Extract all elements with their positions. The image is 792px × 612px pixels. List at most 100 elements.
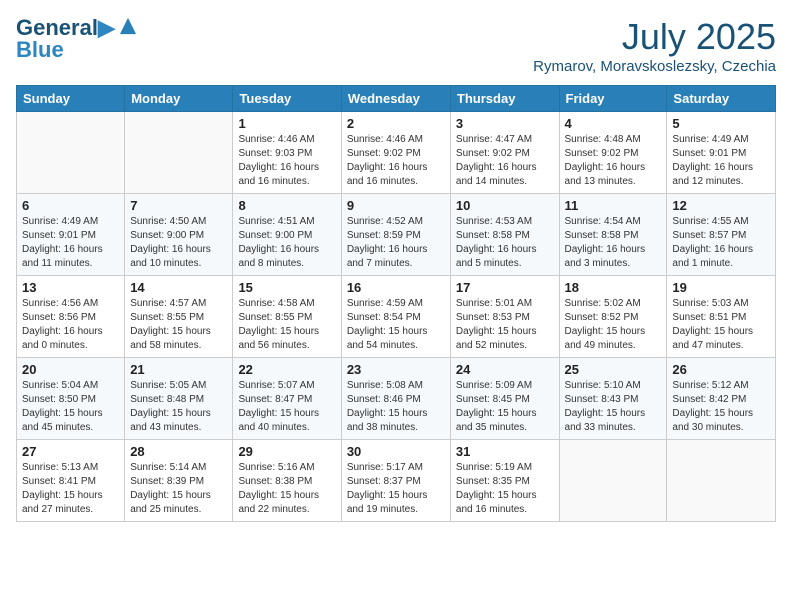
cell-content: Sunrise: 4:58 AM Sunset: 8:55 PM Dayligh…	[238, 297, 335, 353]
day-number: 19	[672, 280, 770, 295]
cell-content: Sunrise: 4:49 AM Sunset: 9:01 PM Dayligh…	[672, 133, 770, 189]
cell-content: Sunrise: 4:53 AM Sunset: 8:58 PM Dayligh…	[456, 215, 554, 271]
cell-content: Sunrise: 5:09 AM Sunset: 8:45 PM Dayligh…	[456, 379, 554, 435]
cell-content: Sunrise: 4:46 AM Sunset: 9:02 PM Dayligh…	[347, 133, 445, 189]
weekday-thursday: Thursday	[450, 86, 559, 112]
cell-content: Sunrise: 5:16 AM Sunset: 8:38 PM Dayligh…	[238, 461, 335, 517]
calendar-cell: 6 Sunrise: 4:49 AM Sunset: 9:01 PM Daylig…	[17, 194, 125, 276]
day-number: 13	[22, 280, 119, 295]
calendar-cell: 22 Sunrise: 5:07 AM Sunset: 8:47 PM Dayli…	[233, 358, 341, 440]
calendar-cell: 4 Sunrise: 4:48 AM Sunset: 9:02 PM Daylig…	[559, 112, 667, 194]
day-number: 11	[565, 198, 662, 213]
calendar-cell: 17 Sunrise: 5:01 AM Sunset: 8:53 PM Dayli…	[450, 276, 559, 358]
calendar-cell	[17, 112, 125, 194]
cell-content: Sunrise: 4:51 AM Sunset: 9:00 PM Dayligh…	[238, 215, 335, 271]
weekday-header-row: SundayMondayTuesdayWednesdayThursdayFrid…	[17, 86, 776, 112]
cell-content: Sunrise: 4:57 AM Sunset: 8:55 PM Dayligh…	[130, 297, 227, 353]
calendar-cell: 21 Sunrise: 5:05 AM Sunset: 8:48 PM Dayli…	[125, 358, 233, 440]
cell-content: Sunrise: 4:55 AM Sunset: 8:57 PM Dayligh…	[672, 215, 770, 271]
location-title: Rymarov, Moravskoslezsky, Czechia	[533, 58, 776, 75]
day-number: 8	[238, 198, 335, 213]
cell-content: Sunrise: 4:46 AM Sunset: 9:03 PM Dayligh…	[238, 133, 335, 189]
calendar-cell: 3 Sunrise: 4:47 AM Sunset: 9:02 PM Daylig…	[450, 112, 559, 194]
day-number: 7	[130, 198, 227, 213]
cell-content: Sunrise: 4:52 AM Sunset: 8:59 PM Dayligh…	[347, 215, 445, 271]
day-number: 31	[456, 444, 554, 459]
cell-content: Sunrise: 4:59 AM Sunset: 8:54 PM Dayligh…	[347, 297, 445, 353]
calendar-cell: 2 Sunrise: 4:46 AM Sunset: 9:02 PM Daylig…	[341, 112, 450, 194]
calendar-week-4: 20Sunrise: 5:04 AM Sunset: 8:50 PM Dayli…	[17, 358, 776, 440]
calendar-cell: 1 Sunrise: 4:46 AM Sunset: 9:03 PM Daylig…	[233, 112, 341, 194]
calendar-cell: 11Sunrise: 4:54 AM Sunset: 8:58 PM Dayli…	[559, 194, 667, 276]
calendar-cell: 9Sunrise: 4:52 AM Sunset: 8:59 PM Daylig…	[341, 194, 450, 276]
calendar-cell: 14 Sunrise: 4:57 AM Sunset: 8:55 PM Dayli…	[125, 276, 233, 358]
day-number: 28	[130, 444, 227, 459]
calendar-body: 1 Sunrise: 4:46 AM Sunset: 9:03 PM Daylig…	[17, 112, 776, 522]
calendar-cell: 12 Sunrise: 4:55 AM Sunset: 8:57 PM Dayli…	[667, 194, 776, 276]
day-number: 15	[238, 280, 335, 295]
day-number: 22	[238, 362, 335, 377]
day-number: 1	[238, 116, 335, 131]
cell-content: Sunrise: 5:13 AM Sunset: 8:41 PM Dayligh…	[22, 461, 119, 517]
weekday-saturday: Saturday	[667, 86, 776, 112]
day-number: 6	[22, 198, 119, 213]
calendar-week-1: 1 Sunrise: 4:46 AM Sunset: 9:03 PM Daylig…	[17, 112, 776, 194]
calendar-cell: 15 Sunrise: 4:58 AM Sunset: 8:55 PM Dayli…	[233, 276, 341, 358]
calendar-cell: 13 Sunrise: 4:56 AM Sunset: 8:56 PM Dayli…	[17, 276, 125, 358]
calendar-cell: 24 Sunrise: 5:09 AM Sunset: 8:45 PM Dayli…	[450, 358, 559, 440]
calendar-cell: 7Sunrise: 4:50 AM Sunset: 9:00 PM Daylig…	[125, 194, 233, 276]
day-number: 17	[456, 280, 554, 295]
calendar-table: SundayMondayTuesdayWednesdayThursdayFrid…	[16, 85, 776, 522]
day-number: 10	[456, 198, 554, 213]
cell-content: Sunrise: 5:19 AM Sunset: 8:35 PM Dayligh…	[456, 461, 554, 517]
calendar-week-5: 27Sunrise: 5:13 AM Sunset: 8:41 PM Dayli…	[17, 440, 776, 522]
calendar-cell	[667, 440, 776, 522]
day-number: 26	[672, 362, 770, 377]
calendar-cell: 29 Sunrise: 5:16 AM Sunset: 8:38 PM Dayli…	[233, 440, 341, 522]
cell-content: Sunrise: 4:49 AM Sunset: 9:01 PM Dayligh…	[22, 215, 119, 271]
calendar-cell: 19 Sunrise: 5:03 AM Sunset: 8:51 PM Dayli…	[667, 276, 776, 358]
weekday-sunday: Sunday	[17, 86, 125, 112]
day-number: 2	[347, 116, 445, 131]
logo: General▶ Blue	[16, 16, 139, 62]
day-number: 3	[456, 116, 554, 131]
cell-content: Sunrise: 5:04 AM Sunset: 8:50 PM Dayligh…	[22, 379, 119, 435]
calendar-cell: 18Sunrise: 5:02 AM Sunset: 8:52 PM Dayli…	[559, 276, 667, 358]
day-number: 29	[238, 444, 335, 459]
calendar-cell: 20Sunrise: 5:04 AM Sunset: 8:50 PM Dayli…	[17, 358, 125, 440]
month-title: July 2025	[533, 16, 776, 58]
day-number: 16	[347, 280, 445, 295]
logo-icon	[117, 15, 139, 37]
cell-content: Sunrise: 5:14 AM Sunset: 8:39 PM Dayligh…	[130, 461, 227, 517]
cell-content: Sunrise: 5:03 AM Sunset: 8:51 PM Dayligh…	[672, 297, 770, 353]
day-number: 23	[347, 362, 445, 377]
weekday-monday: Monday	[125, 86, 233, 112]
page-header: General▶ Blue July 2025 Rymarov, Moravsk…	[16, 16, 776, 75]
calendar-cell: 5 Sunrise: 4:49 AM Sunset: 9:01 PM Daylig…	[667, 112, 776, 194]
day-number: 21	[130, 362, 227, 377]
day-number: 25	[565, 362, 662, 377]
cell-content: Sunrise: 5:07 AM Sunset: 8:47 PM Dayligh…	[238, 379, 335, 435]
day-number: 18	[565, 280, 662, 295]
calendar-week-3: 13 Sunrise: 4:56 AM Sunset: 8:56 PM Dayli…	[17, 276, 776, 358]
weekday-wednesday: Wednesday	[341, 86, 450, 112]
day-number: 14	[130, 280, 227, 295]
calendar-cell: 25 Sunrise: 5:10 AM Sunset: 8:43 PM Dayli…	[559, 358, 667, 440]
calendar-cell	[125, 112, 233, 194]
weekday-friday: Friday	[559, 86, 667, 112]
day-number: 24	[456, 362, 554, 377]
day-number: 30	[347, 444, 445, 459]
cell-content: Sunrise: 5:17 AM Sunset: 8:37 PM Dayligh…	[347, 461, 445, 517]
calendar-cell	[559, 440, 667, 522]
cell-content: Sunrise: 4:56 AM Sunset: 8:56 PM Dayligh…	[22, 297, 119, 353]
title-block: July 2025 Rymarov, Moravskoslezsky, Czec…	[533, 16, 776, 75]
cell-content: Sunrise: 4:48 AM Sunset: 9:02 PM Dayligh…	[565, 133, 662, 189]
day-number: 5	[672, 116, 770, 131]
cell-content: Sunrise: 5:10 AM Sunset: 8:43 PM Dayligh…	[565, 379, 662, 435]
cell-content: Sunrise: 4:47 AM Sunset: 9:02 PM Dayligh…	[456, 133, 554, 189]
cell-content: Sunrise: 5:01 AM Sunset: 8:53 PM Dayligh…	[456, 297, 554, 353]
calendar-cell: 16 Sunrise: 4:59 AM Sunset: 8:54 PM Dayli…	[341, 276, 450, 358]
day-number: 12	[672, 198, 770, 213]
day-number: 4	[565, 116, 662, 131]
cell-content: Sunrise: 5:05 AM Sunset: 8:48 PM Dayligh…	[130, 379, 227, 435]
